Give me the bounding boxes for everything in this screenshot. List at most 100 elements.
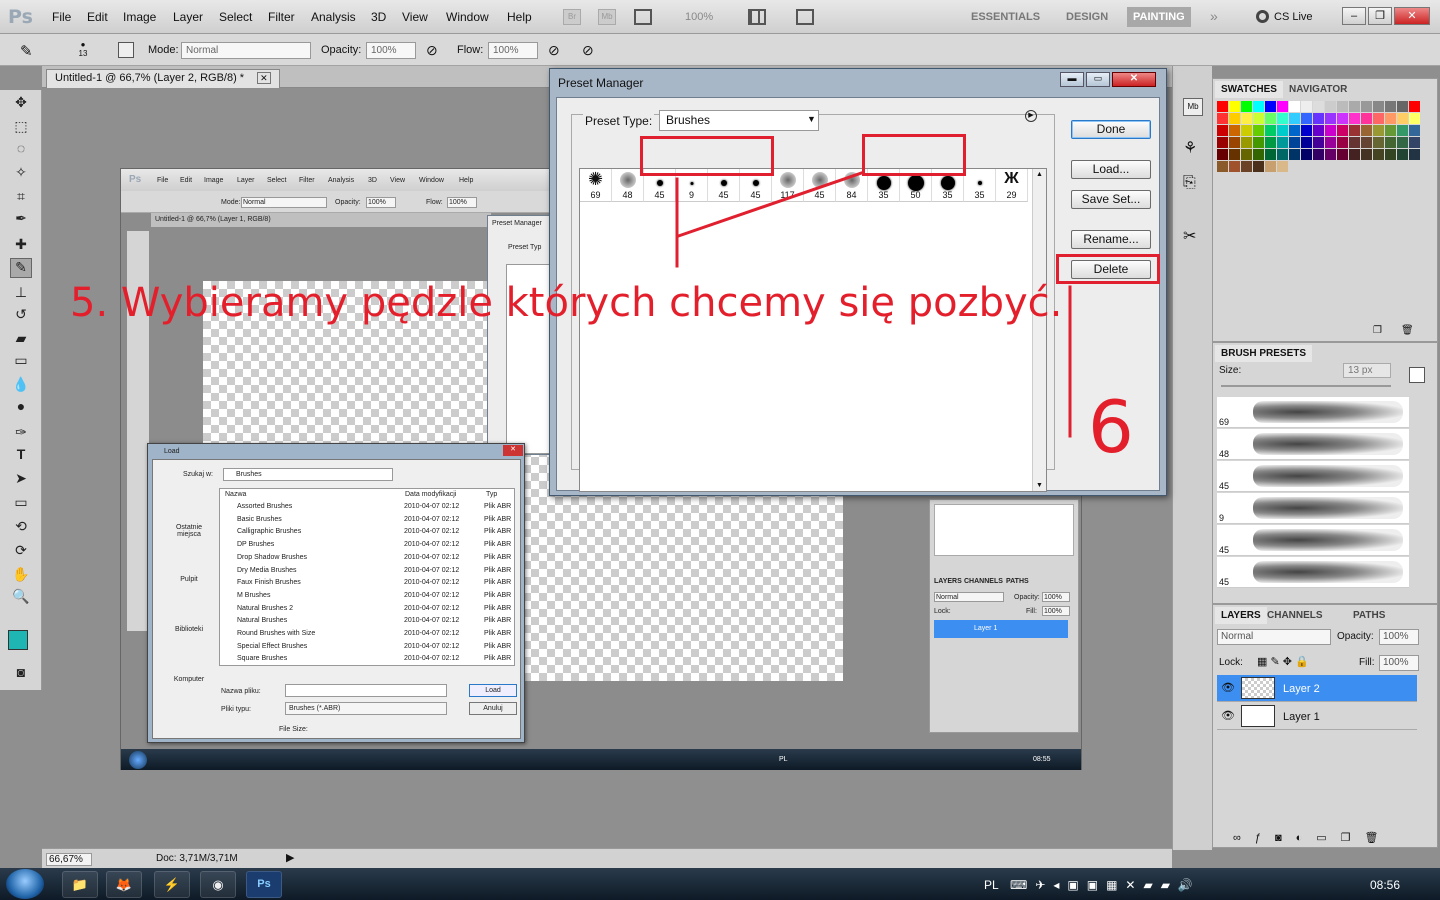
color-swatch[interactable] <box>1265 137 1276 148</box>
color-swatch[interactable] <box>1277 137 1288 148</box>
3d-orbit-tool-icon[interactable]: ⟳ <box>10 542 32 562</box>
dialog-close-icon[interactable]: ✕ <box>1112 72 1156 87</box>
zoom-level-field[interactable]: 100% <box>685 11 713 23</box>
color-swatch[interactable] <box>1241 101 1252 112</box>
color-swatch[interactable] <box>1217 113 1228 124</box>
screen-mode-icon[interactable] <box>796 9 814 25</box>
brush-options-icon[interactable] <box>1409 367 1425 383</box>
color-swatch[interactable] <box>1361 149 1372 160</box>
brush-size-field[interactable]: 13 px <box>1343 363 1391 378</box>
lasso-tool-icon[interactable]: ◌ <box>10 140 32 160</box>
color-swatch[interactable] <box>1217 149 1228 160</box>
color-swatch[interactable] <box>1397 113 1408 124</box>
brush-preset-item[interactable]: 35 <box>964 169 996 202</box>
color-swatch[interactable] <box>1277 101 1288 112</box>
color-swatch[interactable] <box>1409 101 1420 112</box>
winamp-taskbar-icon[interactable]: ⚡ <box>154 871 190 898</box>
brush-preset-item[interactable]: ✺ 69 <box>580 169 612 202</box>
color-swatch[interactable] <box>1217 101 1228 112</box>
color-swatch[interactable] <box>1265 101 1276 112</box>
brush-list-scrollbar[interactable]: ▲ ▼ <box>1032 169 1046 491</box>
cs-live-menu[interactable]: CS Live <box>1274 11 1313 23</box>
color-swatch[interactable] <box>1313 125 1324 136</box>
color-swatch[interactable] <box>1253 113 1264 124</box>
color-swatch[interactable] <box>1289 125 1300 136</box>
color-swatch[interactable] <box>1349 125 1360 136</box>
color-swatch[interactable] <box>1337 149 1348 160</box>
color-swatch[interactable] <box>1301 113 1312 124</box>
brush-size-picker[interactable]: ● 13 <box>75 40 91 58</box>
more-workspaces-icon[interactable]: » <box>1210 8 1218 24</box>
menu-file[interactable]: File <box>52 10 71 24</box>
fill-field[interactable]: 100% <box>1379 655 1419 671</box>
color-swatch[interactable] <box>1277 113 1288 124</box>
preset-type-select[interactable]: Brushes <box>659 110 819 131</box>
color-swatch[interactable] <box>1337 125 1348 136</box>
menu-help[interactable]: Help <box>507 10 532 24</box>
arrange-documents-icon[interactable] <box>748 9 766 25</box>
color-swatch[interactable] <box>1373 101 1384 112</box>
color-swatch[interactable] <box>1385 137 1396 148</box>
taskbar-clock[interactable]: 08:56 <box>1370 878 1400 892</box>
color-swatch[interactable] <box>1325 101 1336 112</box>
delete-swatch-icon[interactable]: 🗑 <box>1401 325 1414 336</box>
lock-icons[interactable]: ▦ ✎ ✥ 🔒 <box>1257 655 1309 668</box>
color-swatch[interactable] <box>1241 137 1252 148</box>
color-swatch[interactable] <box>1229 125 1240 136</box>
layer-opacity-field[interactable]: 100% <box>1379 629 1419 645</box>
color-swatch[interactable] <box>1361 137 1372 148</box>
tab-paths[interactable]: PATHS <box>1347 607 1391 624</box>
mini-bridge-panel-icon[interactable]: Mb <box>1183 98 1203 116</box>
brush-tool-icon[interactable]: ✎ <box>20 42 33 60</box>
workspace-essentials[interactable]: ESSENTIALS <box>971 11 1040 23</box>
clone-stamp-tool-icon[interactable]: ⊥ <box>10 284 32 304</box>
bridge-icon[interactable]: Br <box>563 9 581 25</box>
color-swatch[interactable] <box>1277 125 1288 136</box>
move-tool-icon[interactable]: ✥ <box>10 94 32 114</box>
brush-size-slider[interactable] <box>1221 385 1391 387</box>
color-swatch[interactable] <box>1253 101 1264 112</box>
color-swatch[interactable] <box>1349 149 1360 160</box>
color-swatch[interactable] <box>1253 161 1264 172</box>
color-swatch[interactable] <box>1361 101 1372 112</box>
color-swatch[interactable] <box>1313 137 1324 148</box>
color-swatch[interactable] <box>1253 149 1264 160</box>
menu-3d[interactable]: 3D <box>371 10 386 24</box>
gradient-tool-icon[interactable]: ▭ <box>10 352 32 372</box>
tab-layers[interactable]: LAYERS <box>1215 607 1267 624</box>
color-swatch[interactable] <box>1241 113 1252 124</box>
color-swatch[interactable] <box>1229 149 1240 160</box>
color-swatch[interactable] <box>1409 137 1420 148</box>
visibility-eye-icon[interactable]: 👁 <box>1221 681 1235 694</box>
color-swatch[interactable] <box>1277 161 1288 172</box>
color-swatch[interactable] <box>1301 125 1312 136</box>
color-swatch[interactable] <box>1217 125 1228 136</box>
tray-icons[interactable]: ⌨✈◂▣▣▦✕▰▰🔊 <box>1010 878 1201 892</box>
tray-language[interactable]: PL <box>984 878 999 892</box>
app-taskbar-icon[interactable]: ◉ <box>200 871 236 898</box>
brush-preset-row[interactable]: 48 <box>1217 429 1409 460</box>
color-swatch[interactable] <box>1277 149 1288 160</box>
opacity-field[interactable]: 100% <box>366 42 416 59</box>
color-swatch[interactable] <box>1385 101 1396 112</box>
minimize-button[interactable]: – <box>1342 7 1366 25</box>
color-swatch[interactable] <box>1361 125 1372 136</box>
pressure-size-icon[interactable]: ⊘ <box>582 42 594 59</box>
color-swatch[interactable] <box>1301 137 1312 148</box>
color-swatch[interactable] <box>1229 137 1240 148</box>
menu-edit[interactable]: Edit <box>87 10 108 24</box>
color-swatch[interactable] <box>1409 125 1420 136</box>
brush-preset-row[interactable]: 69 <box>1217 397 1409 428</box>
color-swatch[interactable] <box>1301 101 1312 112</box>
firefox-taskbar-icon[interactable]: 🦊 <box>106 871 142 898</box>
workspace-design[interactable]: DESIGN <box>1066 11 1108 23</box>
color-swatch[interactable] <box>1313 149 1324 160</box>
color-swatch[interactable] <box>1397 149 1408 160</box>
layer-blend-mode[interactable]: Normal <box>1217 629 1331 645</box>
brush-panel-toggle-icon[interactable] <box>118 42 134 58</box>
dialog-maximize-icon[interactable]: ▭ <box>1086 72 1110 87</box>
flow-field[interactable]: 100% <box>488 42 538 59</box>
color-swatch[interactable] <box>1361 113 1372 124</box>
rename-button[interactable]: Rename... <box>1071 230 1151 249</box>
color-swatch[interactable] <box>1385 113 1396 124</box>
